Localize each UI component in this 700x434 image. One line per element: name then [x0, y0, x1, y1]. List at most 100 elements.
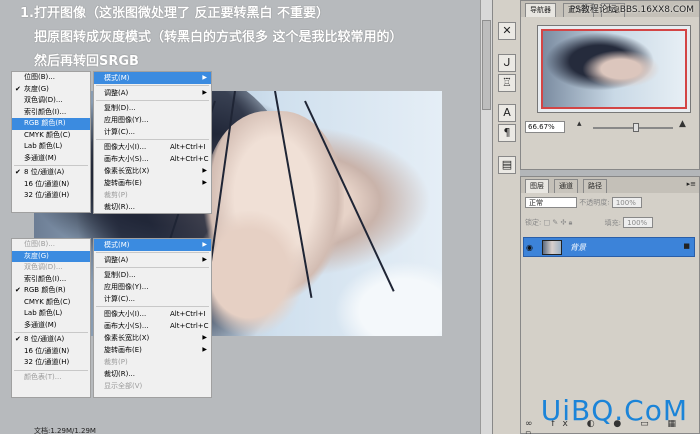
navigator-preview[interactable]: [537, 25, 691, 113]
zoom-slider[interactable]: [593, 123, 673, 132]
mode-menu-item[interactable]: 多通道(M): [12, 153, 90, 165]
image-menu-item[interactable]: 图像大小(I)... Alt+Ctrl+I: [94, 141, 211, 153]
fill-field[interactable]: 100%: [623, 217, 654, 228]
visibility-eye-icon[interactable]: ◉: [526, 243, 533, 252]
character-icon[interactable]: A: [498, 104, 516, 122]
mode-menu-item[interactable]: ✔ 灰度(G): [12, 84, 90, 96]
mode-menu-item[interactable]: Lab 颜色(L): [12, 308, 90, 320]
tab-layers[interactable]: 图层: [525, 179, 549, 193]
layer-thumbnail: [542, 240, 562, 255]
layer-name[interactable]: 背景: [570, 242, 586, 253]
mode-menu-item[interactable]: ✔ RGB 颜色(R): [12, 285, 90, 297]
menu-shortcut: Alt+Ctrl+C: [170, 155, 209, 163]
zoom-in-icon[interactable]: ▲: [679, 119, 686, 129]
mode-menu-item[interactable]: CMYK 颜色(C): [12, 297, 90, 309]
layer-comps-icon[interactable]: ▤: [498, 156, 516, 174]
image-menu-item[interactable]: 计算(C)...: [94, 293, 211, 305]
mode-menu-item[interactable]: ✔ 8 位/通道(A): [12, 334, 90, 346]
document-status: 文档:1.29M/1.29M: [34, 427, 96, 434]
mode-menu-item[interactable]: RGB 颜色(R): [12, 118, 90, 130]
tab-paths[interactable]: 路径: [583, 179, 607, 193]
mode-menu-item[interactable]: 索引颜色(I)...: [12, 274, 90, 286]
mode-menu-item[interactable]: 32 位/通道(H): [12, 190, 90, 202]
image-menu-item[interactable]: 画布大小(S)... Alt+Ctrl+C: [94, 153, 211, 165]
image-menu-item[interactable]: 应用图像(Y)...: [94, 281, 211, 293]
opacity-field[interactable]: 100%: [611, 197, 642, 208]
menu-item-label: 索引颜色(I)...: [24, 107, 67, 116]
blend-mode-select[interactable]: 正常: [525, 197, 577, 208]
mode-menu-item[interactable]: 位图(B)...: [12, 72, 90, 84]
canvas-scrollbar-thumb[interactable]: [482, 20, 491, 110]
brush-icon[interactable]: ᒍ: [498, 54, 516, 72]
image-menu-item[interactable]: 像素长宽比(X) ▶: [94, 165, 211, 177]
blend-row: 正常 不透明度: 100%: [525, 197, 642, 208]
image-menu-item[interactable]: 模式(M) ▶: [94, 72, 211, 84]
menu-shortcut: Alt+Ctrl+C: [170, 322, 209, 330]
mode-menu-item[interactable]: 32 位/通道(H): [12, 357, 90, 369]
mode-submenu-bottom: 位图(B)... 灰度(G) 双色调(D)... 索引颜色(I)... ✔ RGB 颜色(…: [11, 238, 91, 398]
menu-separator: [14, 165, 88, 166]
checkmark-icon: ✔: [15, 286, 21, 294]
image-menu-item[interactable]: 应用图像(Y)...: [94, 114, 211, 126]
image-menu-item[interactable]: 旋转画布(E) ▶: [94, 344, 211, 356]
menu-separator: [96, 252, 209, 253]
step-1-text: 1.打开图像（这张图微处理了 反正要转黑白 不重要）: [20, 6, 330, 21]
submenu-arrow-icon: ▶: [202, 334, 207, 341]
zoom-slider-knob[interactable]: [633, 123, 639, 132]
mode-menu-item[interactable]: 16 位/通道(N): [12, 179, 90, 191]
menu-item-label: Lab 颜色(L): [24, 309, 63, 317]
image-menu-item[interactable]: 复制(D)...: [94, 269, 211, 281]
photoshop-window: 1.打开图像（这张图微处理了 反正要转黑白 不重要） 把原图转成灰度模式（转黑白…: [0, 0, 700, 434]
image-menu-item[interactable]: 计算(C)...: [94, 126, 211, 138]
mode-submenu-top: 位图(B)... ✔ 灰度(G) 双色调(D)... 索引颜色(I)... RGB 颜色(…: [11, 71, 91, 213]
image-menu-top: 模式(M) ▶ 调整(A) ▶ 复制(D)... 应用图像(Y)... 计算(C)... 图像…: [93, 71, 212, 214]
mode-menu-item[interactable]: ✔ 8 位/通道(A): [12, 167, 90, 179]
document-canvas-area[interactable]: 1.打开图像（这张图微处理了 反正要转黑白 不重要） 把原图转成灰度模式（转黑白…: [0, 0, 492, 434]
menu-shortcut: Alt+Ctrl+I: [170, 143, 206, 151]
panel-dock-strip: ✕ ᒍ ♖ A ¶ ▤: [492, 0, 520, 434]
mode-menu-item[interactable]: 索引颜色(I)...: [12, 107, 90, 119]
watermark-bottom: UiBQ.CoM: [540, 394, 688, 427]
image-menu-item[interactable]: 复制(D)...: [94, 102, 211, 114]
image-menu-item[interactable]: 调整(A) ▶: [94, 87, 211, 99]
menu-item-label: 位图(B)...: [24, 73, 55, 81]
menu-item-label: 8 位/通道(A): [24, 335, 65, 343]
zoom-out-icon[interactable]: ▴: [577, 119, 582, 129]
menu-item-label: 16 位/通道(N): [24, 179, 70, 188]
mode-menu-item[interactable]: 灰度(G): [12, 250, 90, 262]
image-menu-item[interactable]: 像素长宽比(X) ▶: [94, 332, 211, 344]
menu-item-label: 裁切(R)...: [104, 203, 136, 211]
canvas-scrollbar[interactable]: [480, 0, 492, 434]
stamp-icon[interactable]: ♖: [498, 74, 516, 92]
photo-shoulder: [334, 261, 442, 336]
tools-icon[interactable]: ✕: [498, 22, 516, 40]
lock-icons[interactable]: □ ✎ ✣ 🔒︎: [544, 219, 573, 227]
menu-item-label: 裁切(R)...: [104, 370, 136, 378]
zoom-field[interactable]: 66.67%: [525, 121, 565, 133]
mode-menu-item[interactable]: 多通道(M): [12, 320, 90, 332]
image-menu-item[interactable]: 模式(M) ▶: [94, 239, 211, 251]
image-menu-item: 裁剪(P): [94, 189, 211, 201]
paragraph-icon[interactable]: ¶: [498, 124, 516, 142]
menu-separator: [96, 139, 209, 140]
image-menu-item[interactable]: 调整(A) ▶: [94, 254, 211, 266]
mode-menu-item[interactable]: Lab 颜色(L): [12, 141, 90, 153]
menu-shortcut: Alt+Ctrl+I: [170, 310, 206, 318]
image-menu-item[interactable]: 旋转画布(E) ▶: [94, 177, 211, 189]
menu-item-label: 双色调(D)...: [24, 96, 63, 104]
image-menu-item[interactable]: 裁切(R)...: [94, 201, 211, 213]
mode-menu-item[interactable]: 双色调(D)...: [12, 95, 90, 107]
image-menu-item[interactable]: 裁切(R)...: [94, 368, 211, 380]
menu-item-label: 应用图像(Y)...: [104, 283, 149, 291]
menu-item-label: 模式(M): [104, 241, 130, 249]
menu-item-label: 画布大小(S)...: [104, 322, 149, 330]
mode-menu-item[interactable]: CMYK 颜色(C): [12, 130, 90, 142]
layer-row-background[interactable]: ◉ 背景 ■: [523, 237, 695, 257]
navigator-view-box[interactable]: [541, 29, 687, 109]
mode-menu-item[interactable]: 16 位/通道(N): [12, 346, 90, 358]
tab-navigator[interactable]: 导航器: [525, 3, 556, 17]
image-menu-item[interactable]: 图像大小(I)... Alt+Ctrl+I: [94, 308, 211, 320]
image-menu-item[interactable]: 画布大小(S)... Alt+Ctrl+C: [94, 320, 211, 332]
panel-menu-icon[interactable]: ▸≡: [687, 180, 696, 188]
tab-channels[interactable]: 通道: [554, 179, 578, 193]
